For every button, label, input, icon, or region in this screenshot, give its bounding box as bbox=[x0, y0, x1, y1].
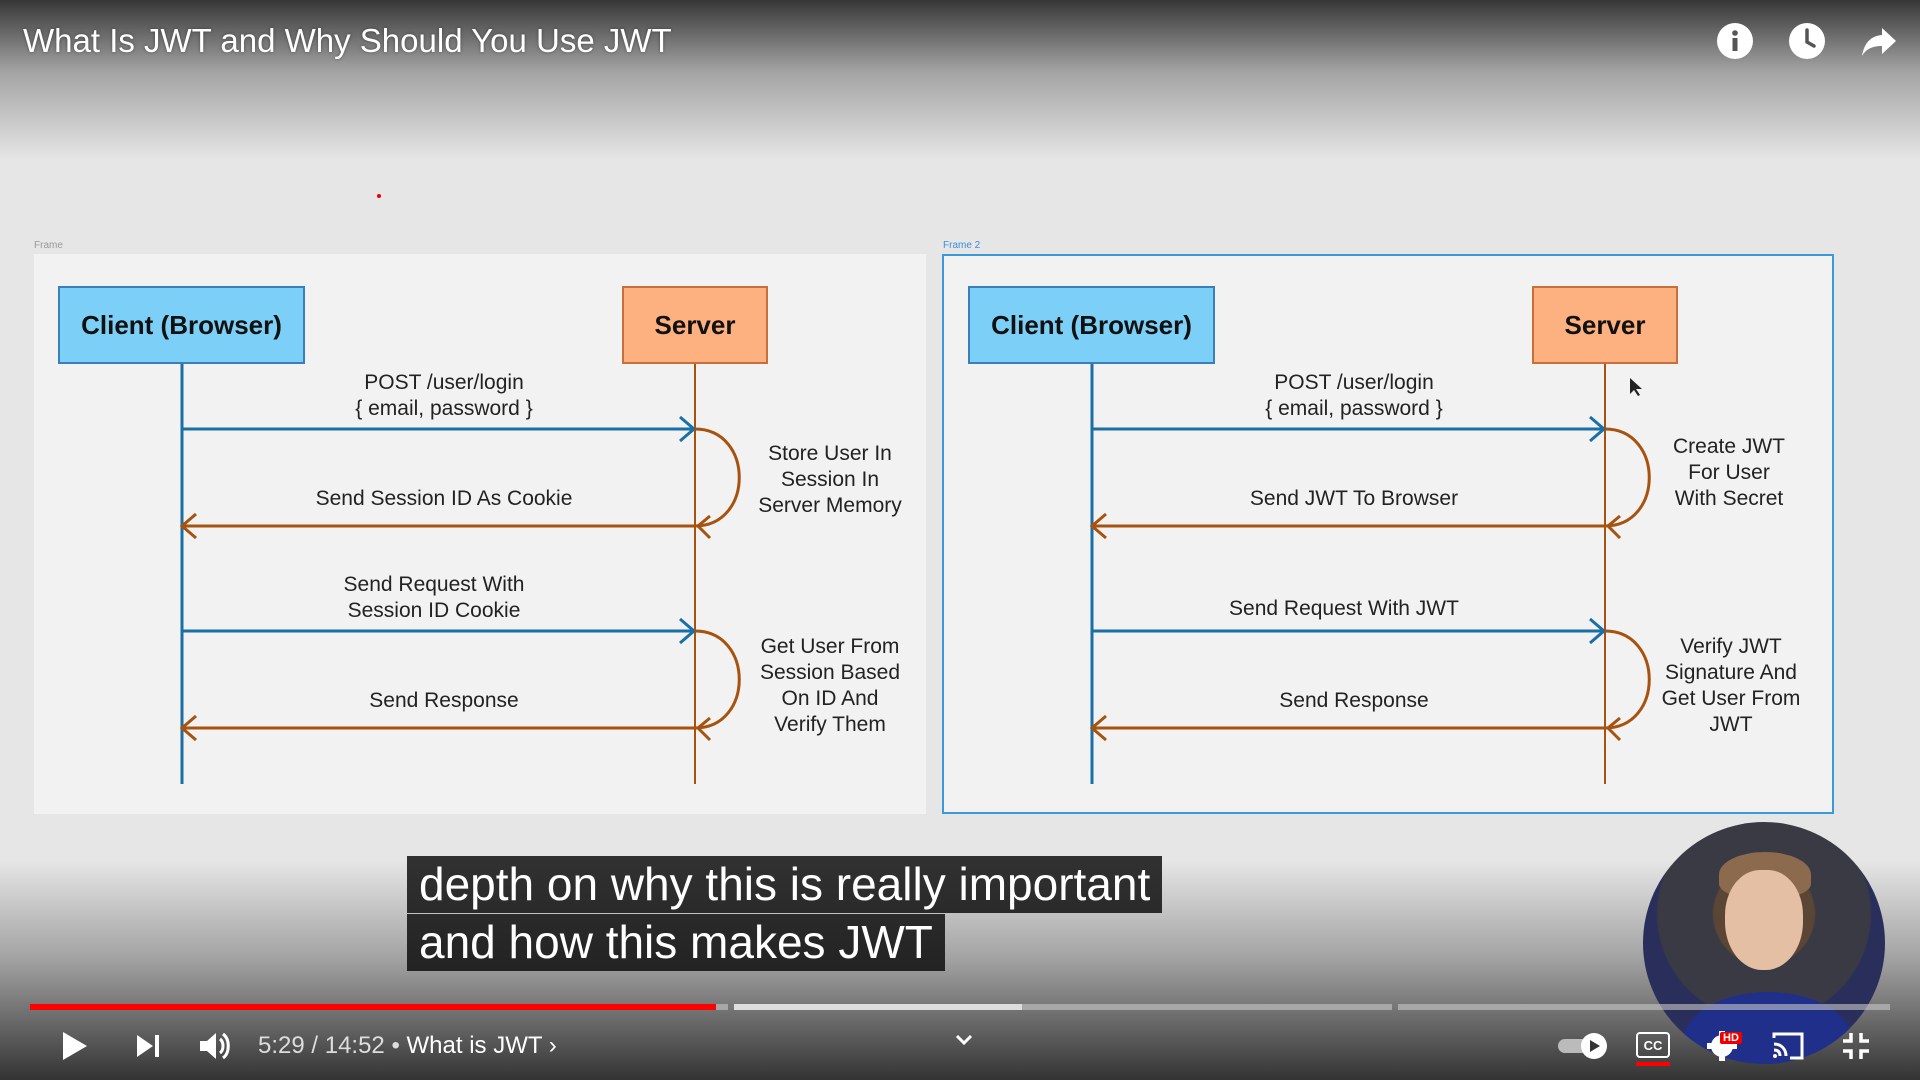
played-progress bbox=[30, 1004, 717, 1010]
info-icon[interactable] bbox=[1714, 20, 1756, 62]
server-note-1: Create JWT For User With Secret bbox=[1672, 435, 1785, 510]
chapter-title[interactable]: What is JWT bbox=[407, 1032, 543, 1059]
arrow-label-login: POST /user/login { email, password } bbox=[355, 371, 533, 420]
arrow-label-response-2: Send Response bbox=[369, 689, 519, 712]
arrow-label-request-2: Send Request With Session ID Cookie bbox=[343, 573, 525, 622]
presenter-face bbox=[1725, 870, 1803, 970]
volume-icon[interactable] bbox=[196, 1028, 232, 1064]
frame-label: Frame 2 bbox=[943, 240, 981, 251]
chapter-segment[interactable] bbox=[1398, 1004, 1890, 1010]
separator-dot: • bbox=[391, 1032, 400, 1059]
diagram-frame-jwt: Client (Browser) Server POST /user/login… bbox=[942, 254, 1834, 814]
server-loop bbox=[694, 629, 741, 730]
server-loop bbox=[694, 427, 741, 528]
share-icon[interactable] bbox=[1858, 20, 1900, 62]
cast-icon[interactable] bbox=[1770, 1030, 1806, 1062]
arrow-label-response-1: Send Session ID As Cookie bbox=[315, 487, 573, 510]
buffer-indicator bbox=[734, 1004, 1022, 1010]
play-icon[interactable] bbox=[56, 1028, 92, 1064]
captions-active-indicator bbox=[1636, 1062, 1670, 1066]
watch-later-icon[interactable] bbox=[1786, 20, 1828, 62]
captions-icon[interactable]: CC bbox=[1636, 1032, 1670, 1058]
loop-arrowhead bbox=[695, 514, 712, 540]
arrow-label-response-1: Send JWT To Browser bbox=[1249, 487, 1459, 510]
arrow-label-login: POST /user/login { email, password } bbox=[1265, 371, 1443, 420]
diagram-frame-session: Client (Browser) Server POST /user/login… bbox=[34, 254, 926, 814]
chevron-down-icon[interactable] bbox=[952, 1028, 976, 1052]
server-loop bbox=[1604, 427, 1651, 528]
progress-bar[interactable] bbox=[30, 1004, 1890, 1010]
server-note-1: Store User In Session In Server Memory bbox=[758, 442, 902, 517]
loop-arrowhead bbox=[1605, 514, 1622, 540]
video-title[interactable]: What Is JWT and Why Should You Use JWT bbox=[23, 22, 672, 60]
chapter-chevron-icon[interactable]: › bbox=[549, 1032, 557, 1059]
caption-line: and how this makes JWT bbox=[407, 914, 945, 971]
next-icon[interactable] bbox=[132, 1030, 164, 1062]
server-note-2: Verify JWT Signature And Get User From J… bbox=[1661, 635, 1801, 736]
cursor-dot bbox=[377, 194, 381, 198]
arrow-label-request-2: Send Request With JWT bbox=[1229, 597, 1459, 620]
exit-fullscreen-icon[interactable] bbox=[1840, 1030, 1872, 1062]
hd-badge: HD bbox=[1720, 1032, 1742, 1044]
autoplay-toggle[interactable] bbox=[1556, 1030, 1612, 1062]
time-display: 5:29 / 14:52 bbox=[258, 1032, 385, 1059]
presenter-webcam bbox=[1643, 822, 1885, 1064]
loop-arrowhead bbox=[695, 716, 712, 742]
server-note-2: Get User From Session Based On ID And Ve… bbox=[759, 635, 901, 736]
arrow-label-response-2: Send Response bbox=[1279, 689, 1429, 712]
mouse-cursor-icon bbox=[1630, 378, 1642, 396]
top-icons bbox=[1714, 20, 1900, 62]
time-and-chapter: 5:29 / 14:52 • What is JWT › bbox=[258, 1032, 557, 1060]
caption-line: depth on why this is really important bbox=[407, 856, 1163, 913]
captions-overlay: depth on why this is really important an… bbox=[407, 856, 1163, 971]
frame-label: Frame bbox=[34, 240, 63, 251]
loop-arrowhead bbox=[1605, 716, 1622, 742]
